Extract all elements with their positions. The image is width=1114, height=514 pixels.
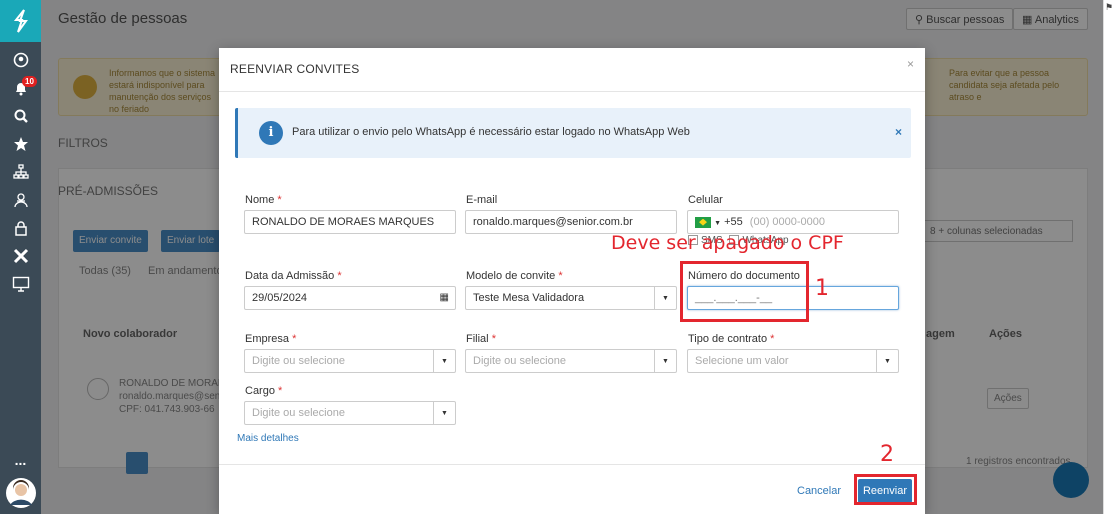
modelo-select[interactable]: Teste Mesa Validadora ▼ — [465, 286, 677, 310]
info-icon: i — [259, 121, 283, 145]
brazil-flag-icon[interactable] — [695, 216, 711, 228]
modal-footer: Cancelar Reenviar — [219, 464, 925, 514]
app-logo[interactable] — [0, 0, 41, 42]
user-circle-icon[interactable] — [0, 46, 41, 74]
empresa-select[interactable]: Digite ou selecione ▼ — [244, 349, 456, 373]
cargo-select[interactable]: Digite ou selecione ▼ — [244, 401, 456, 425]
annotation-note: Deve ser apagado o CPF — [611, 232, 844, 254]
chevron-down-icon[interactable]: ▼ — [876, 350, 898, 372]
modelo-label: Modelo de convite * — [466, 270, 563, 282]
flag-icon: ⚑ — [1105, 2, 1114, 12]
info-text: Para utilizar o envio pelo WhatsApp é ne… — [292, 126, 690, 138]
app-sidebar: 10 ... — [0, 0, 41, 514]
ddi-code: +55 — [724, 216, 743, 228]
logo-icon — [13, 9, 28, 33]
users-icon[interactable] — [0, 186, 41, 214]
lock-icon[interactable] — [0, 214, 41, 242]
org-chart-icon[interactable] — [0, 158, 41, 186]
email-input[interactable]: ronaldo.marques@senior.com.br — [465, 210, 677, 234]
empresa-label: Empresa * — [245, 333, 297, 345]
modal-close-icon[interactable]: × — [907, 57, 914, 71]
bell-icon[interactable]: 10 — [0, 74, 41, 102]
search-icon[interactable] — [0, 102, 41, 130]
more-details-link[interactable]: Mais detalhes — [237, 433, 299, 444]
calendar-icon[interactable]: ▦ — [440, 292, 449, 303]
chevron-down-icon[interactable]: ▼ — [433, 350, 455, 372]
celular-label: Celular — [688, 194, 723, 206]
modal-header: REENVIAR CONVITES × — [219, 48, 925, 92]
star-icon[interactable] — [0, 130, 41, 158]
annotation-box-resend — [854, 474, 917, 505]
more-icon[interactable]: ... — [0, 448, 41, 472]
contrato-select[interactable]: Selecione um valor ▼ — [687, 349, 899, 373]
chevron-down-icon[interactable]: ▼ — [433, 402, 455, 424]
nome-input[interactable]: RONALDO DE MORAES MARQUES — [244, 210, 456, 234]
cancel-button[interactable]: Cancelar — [797, 485, 841, 497]
right-edge-bar: ⚑ — [1103, 0, 1114, 514]
modal-title: REENVIAR CONVITES — [230, 62, 360, 76]
user-avatar[interactable] — [0, 472, 41, 514]
filial-select[interactable]: Digite ou selecione ▼ — [465, 349, 677, 373]
celular-placeholder: (00) 0000-0000 — [749, 216, 826, 228]
celular-input[interactable]: ▼ +55 (00) 0000-0000 — [687, 210, 899, 234]
nome-label: Nome * — [245, 194, 282, 206]
chevron-down-icon[interactable]: ▼ — [654, 350, 676, 372]
admissao-label: Data da Admissão * — [245, 270, 342, 282]
annotation-box-document — [680, 261, 809, 322]
email-label: E-mail — [466, 194, 498, 206]
whatsapp-info-alert: i Para utilizar o envio pelo WhatsApp é … — [235, 108, 911, 158]
chevron-down-icon[interactable]: ▼ — [714, 220, 721, 227]
cargo-label: Cargo * — [245, 385, 283, 397]
notification-badge: 10 — [22, 76, 37, 87]
chevron-down-icon[interactable]: ▼ — [654, 287, 676, 309]
monitor-icon[interactable] — [0, 270, 41, 298]
x-brand-icon[interactable] — [0, 242, 41, 270]
annotation-step-2: 2 — [880, 442, 894, 467]
annotation-step-1: 1 — [815, 276, 829, 301]
info-close-icon[interactable]: × — [895, 125, 902, 139]
admissao-date-input[interactable]: 29/05/2024 ▦ — [244, 286, 456, 310]
filial-label: Filial * — [466, 333, 496, 345]
contrato-label: Tipo de contrato * — [688, 333, 775, 345]
